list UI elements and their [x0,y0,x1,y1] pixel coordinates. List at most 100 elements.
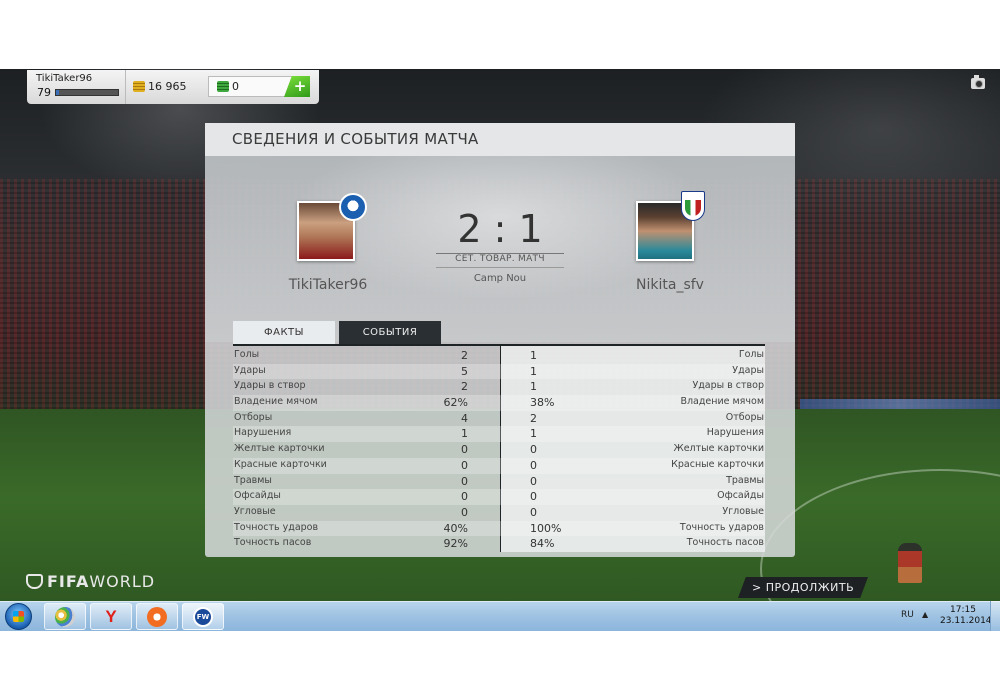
stats-row: Травмы 0 0 Травмы [233,474,765,490]
stat-value-home: 92% [443,537,468,551]
origin-icon [147,607,167,627]
fifa-world-logo: FIFAWORLD [26,572,155,591]
stats-row: Владение мячом 62% 38% Владение мячом [233,395,765,411]
stat-label-home: Красные карточки [234,458,327,470]
stat-label-away: Голы [738,349,764,360]
coins-value: 16 965 [148,80,187,93]
continue-button[interactable]: > ПРОДОЛЖИТЬ [738,577,868,598]
start-orb-icon[interactable] [5,603,32,630]
stats-row: Точность ударов 40% 100% Точность ударов [233,520,765,537]
away-player-name: Nikita_sfv [636,277,704,293]
stat-value-away: 1 [530,427,537,441]
stat-value-away: 38% [530,396,555,410]
stat-value-away: 0 [530,474,537,488]
stat-value-home: 5 [461,364,468,378]
stat-label-home: Угловые [234,505,276,517]
stats-row: Удары 5 1 Удары [233,363,765,380]
stat-label-home: Владение мячом [234,396,318,408]
stats-row: Красные карточки 0 0 Красные карточки [233,457,765,474]
stat-value-away: 100% [530,521,562,535]
xp-progress-bar [55,89,119,96]
stats-row: Угловые 0 0 Угловые [233,505,765,521]
stat-value-home: 62% [443,396,468,410]
stat-value-away: 1 [530,349,537,362]
stat-value-away: 0 [530,458,537,472]
stat-value-away: 2 [530,411,537,425]
stat-label-home: Удары в створ [234,380,306,392]
stat-label-away: Офсайды [717,490,764,502]
stat-value-home: 0 [461,443,468,457]
stat-label-away: Красные карточки [671,458,764,470]
stat-label-away: Точность пасов [686,537,764,549]
stat-value-home: 0 [461,474,468,488]
account-level: 79 [37,86,51,99]
account-name: TikiTaker96 [36,73,93,84]
stat-value-away: 0 [530,490,537,504]
stats-row: Удары в створ 2 1 Удары в створ [233,379,765,395]
clock-time: 17:15 [950,605,976,615]
stat-label-away: Травмы [726,474,764,486]
match-venue: Camp Nou [473,273,527,284]
stat-value-away: 1 [530,364,537,378]
stat-label-away: Удары в створ [692,380,764,392]
stat-label-home: Удары [234,364,266,376]
stat-value-away: 1 [530,380,537,394]
stat-value-home: 40% [443,521,468,535]
language-indicator[interactable]: RU [901,610,914,620]
stat-label-home: Точность пасов [234,537,312,549]
stat-value-home: 2 [461,349,468,362]
stat-value-away: 84% [530,537,555,551]
stats-row: Нарушения 1 1 Нарушения [233,426,765,443]
clock-date: 23.11.2014 [940,616,992,626]
panel-title: СВЕДЕНИЯ И СОБЫТИЯ МАТЧА [232,130,479,148]
show-desktop-button[interactable] [990,601,1000,631]
player-figure [898,543,922,583]
stat-label-home: Офсайды [234,490,281,502]
stat-label-away: Нарушения [706,427,764,439]
stat-label-home: Травмы [234,474,272,486]
stat-value-home: 0 [461,458,468,472]
stats-row: Офсайды 0 0 Офсайды [233,489,765,505]
camera-icon[interactable] [971,75,985,89]
stat-label-away: Угловые [722,505,764,517]
away-club-badge-icon [681,191,705,221]
stat-label-away: Желтые карточки [673,443,764,455]
stats-row: Точность пасов 92% 84% Точность пасов [233,536,765,552]
stat-label-away: Владение мячом [680,396,764,408]
stat-value-home: 1 [461,427,468,441]
tray-clock[interactable]: 17:15 23.11.2014 [940,605,992,627]
stat-label-away: Удары [732,364,764,376]
stat-label-away: Отборы [725,411,764,423]
points-value: 0 [232,80,239,93]
stat-value-away: 0 [530,443,537,457]
stat-value-home: 0 [461,505,468,519]
logo-bold-text: FIFA [47,572,90,591]
match-type: СЕТ. ТОВАР. МАТЧ [455,254,545,264]
logo-thin-text: WORLD [89,572,156,591]
tab-events[interactable]: СОБЫТИЯ [339,321,441,344]
stats-row: Отборы 4 2 Отборы [233,411,765,427]
tray-expand-icon[interactable]: ▲ [922,610,928,619]
stat-label-home: Желтые карточки [234,443,325,455]
fifa-world-icon: FW [193,607,213,627]
points-icon [217,81,229,92]
stat-label-home: Голы [234,349,260,360]
stat-value-home: 0 [461,490,468,504]
xp-progress-fill [56,90,60,95]
stat-label-home: Нарушения [234,427,292,439]
stat-label-home: Отборы [234,411,273,423]
stats-row: Голы 2 1 Голы [233,348,765,364]
stat-label-home: Точность ударов [234,521,319,533]
match-stats-table: Голы 2 1 Голы Удары 5 1 Удары Удары в створ 2 1 Уда… [233,348,765,552]
stat-label-away: Точность ударов [679,521,764,533]
coins-icon [133,81,145,92]
stat-value-home: 4 [461,411,468,425]
home-player-name: TikiTaker96 [288,277,368,293]
stat-value-away: 0 [530,505,537,519]
yandex-browser-icon: Y [105,607,117,626]
stat-value-home: 2 [461,380,468,394]
tab-facts[interactable]: ФАКТЫ [233,321,335,344]
stats-row: Желтые карточки 0 0 Желтые карточки [233,442,765,458]
ea-shield-icon [26,574,43,589]
match-score: 2 : 1 [457,207,543,251]
